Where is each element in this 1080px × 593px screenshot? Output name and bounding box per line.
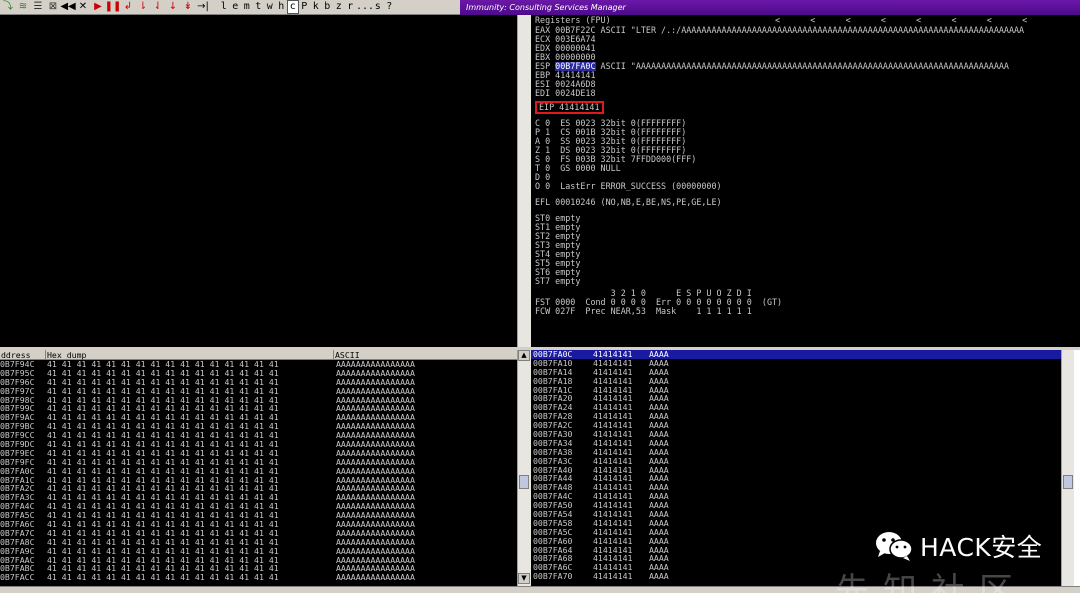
watermark-community: 先知社区 bbox=[835, 571, 1027, 593]
disassembly-scrollbar[interactable] bbox=[517, 15, 531, 347]
fpu-register-5[interactable]: ST5 empty bbox=[531, 259, 1080, 268]
register-line-b-1[interactable]: ESI 0024A6D8 bbox=[531, 80, 1080, 89]
toolbar-letter-m[interactable]: m bbox=[241, 1, 253, 13]
animate-over-icon[interactable]: ↡ bbox=[182, 1, 194, 13]
dump-ascii: AAAAAAAAAAAAAAAA bbox=[336, 572, 415, 583]
flag-line-7[interactable]: O 0 LastErr ERROR_SUCCESS (00000000) bbox=[531, 182, 1080, 191]
toolbar-letter-s[interactable]: s bbox=[372, 1, 384, 13]
hex-dump-pane[interactable]: ddress Hex dump ASCII 0B7F94C 41 41 41 41… bbox=[0, 350, 517, 593]
stack-address: 00B7FA70 bbox=[533, 571, 573, 582]
toolbar-window-letters: l e m t w h c Pk b z r... s? bbox=[218, 0, 395, 14]
animate-into-icon[interactable]: ↓ bbox=[167, 1, 179, 13]
run-icon[interactable]: ▶ bbox=[92, 1, 104, 13]
dump-scroll-up-icon[interactable]: ▲ bbox=[518, 350, 530, 361]
registers-pane[interactable]: Registers (FPU) < < < < < < < < EAX 00B7F… bbox=[531, 15, 1080, 347]
stack-value: 41414141 bbox=[593, 571, 633, 582]
toolbar-letter-help[interactable]: ? bbox=[384, 1, 396, 13]
toolbar-letter-c[interactable]: c bbox=[287, 0, 299, 14]
fpu-register-2[interactable]: ST2 empty bbox=[531, 232, 1080, 241]
register-line-a-1[interactable]: ECX 003E6A74 bbox=[531, 35, 1080, 44]
toolbar-letter-t[interactable]: t bbox=[253, 1, 265, 13]
fpu-register-0[interactable]: ST0 empty bbox=[531, 214, 1080, 223]
dump-col-ascii[interactable]: ASCII bbox=[334, 350, 517, 360]
memory-icon[interactable]: ⊠ bbox=[47, 1, 59, 13]
dump-scrollbar[interactable]: ▲ ▼ bbox=[517, 350, 531, 586]
toolbar-letter-r[interactable]: r bbox=[345, 1, 357, 13]
toolbar-letter-b[interactable]: b bbox=[322, 1, 334, 13]
watermark-text: HACK安全 bbox=[920, 533, 1043, 562]
stack-scroll-thumb[interactable] bbox=[1063, 475, 1073, 489]
disassembly-pane[interactable] bbox=[0, 15, 517, 347]
dump-scroll-down-icon[interactable]: ▼ bbox=[518, 573, 530, 584]
close-icon[interactable]: ✕ bbox=[77, 1, 89, 13]
trace-over-icon[interactable]: ⇃ bbox=[152, 1, 164, 13]
wechat-logo-icon bbox=[874, 530, 914, 562]
toolbar-letter-w[interactable]: w bbox=[264, 1, 276, 13]
fpu-register-7[interactable]: ST7 empty bbox=[531, 277, 1080, 286]
execute-till-return-icon[interactable]: →| bbox=[197, 1, 209, 13]
fpu-register-3[interactable]: ST3 empty bbox=[531, 241, 1080, 250]
dump-scroll-thumb[interactable] bbox=[519, 475, 529, 489]
trace-into-icon[interactable]: ⇂ bbox=[137, 1, 149, 13]
stack-ascii: AAAA bbox=[649, 571, 669, 582]
register-line-b-2[interactable]: EDI 0024DE18 bbox=[531, 89, 1080, 98]
fpu-register-4[interactable]: ST4 empty bbox=[531, 250, 1080, 259]
immunity-debugger-window: ⤵ ≋ ☰ ⊠ ◀◀ ✕ ▶ ❚❚ ↲ ⇂ ⇃ ↓ ↡ →| l e m t w h c Pk b z r... s? Immu… bbox=[0, 0, 1080, 593]
toolbar-letter-k[interactable]: k bbox=[310, 1, 322, 13]
watermark: HACK安全 bbox=[874, 528, 1042, 564]
toolbar-letter-more[interactable]: ... bbox=[356, 1, 374, 13]
dump-hex: 41 41 41 41 41 41 41 41 41 41 41 41 41 4… bbox=[47, 572, 279, 583]
esp-ascii: ASCII "AAAAAAAAAAAAAAAAAAAAAAAAAAAAAAAAA… bbox=[595, 61, 1009, 71]
toolbar-letter-e[interactable]: e bbox=[230, 1, 242, 13]
window-title: Immunity: Consulting Services Manager bbox=[460, 0, 1080, 15]
toolbar-letter-z[interactable]: z bbox=[333, 1, 345, 13]
dump-column-headers: ddress Hex dump ASCII bbox=[0, 350, 517, 360]
step-red-icon[interactable]: ↲ bbox=[122, 1, 134, 13]
register-efl[interactable]: EFL 00010246 (NO,NB,E,BE,NS,PE,GE,LE) bbox=[531, 198, 1080, 207]
register-line-a-0[interactable]: EAX 00B7F22C ASCII "LTER /.:/AAAAAAAAAAA… bbox=[531, 26, 1080, 35]
register-eip-highlight[interactable]: EIP 41414141 bbox=[535, 101, 604, 114]
register-line-b-0[interactable]: EBP 41414141 bbox=[531, 71, 1080, 80]
register-esp[interactable]: ESP 00B7FA0C ASCII "AAAAAAAAAAAAAAAAAAAA… bbox=[531, 62, 1080, 71]
stack-scrollbar[interactable] bbox=[1061, 350, 1074, 586]
rewind-icon[interactable]: ◀◀ bbox=[60, 1, 75, 13]
registers-scroll-arrows[interactable]: < < < < < < < < bbox=[775, 15, 1027, 26]
flag-line-5[interactable]: T 0 GS 0000 NULL bbox=[531, 164, 1080, 173]
toolbar-letter-h[interactable]: h bbox=[276, 1, 288, 13]
plugin-icon[interactable]: ≋ bbox=[17, 1, 29, 13]
dump-col-hex[interactable]: Hex dump bbox=[46, 350, 334, 360]
fpu-fcw[interactable]: FCW 027F Prec NEAR,53 Mask 1 1 1 1 1 1 bbox=[531, 307, 1080, 316]
dump-row[interactable]: 0B7FACC 41 41 41 41 41 41 41 41 41 41 41 … bbox=[0, 573, 517, 582]
registers-header: Registers (FPU) < < < < < < < < bbox=[531, 15, 1080, 26]
log-icon[interactable]: ☰ bbox=[32, 1, 44, 13]
step-into-icon[interactable]: ⤵ bbox=[2, 1, 14, 13]
fpu-register-1[interactable]: ST1 empty bbox=[531, 223, 1080, 232]
toolbar-icons: ⤵ ≋ ☰ ⊠ ◀◀ ✕ ▶ ❚❚ ↲ ⇂ ⇃ ↓ ↡ →| bbox=[0, 0, 212, 15]
dump-col-address[interactable]: ddress bbox=[0, 350, 46, 360]
toolbar-letter-l[interactable]: l bbox=[218, 1, 230, 13]
register-line-a-2[interactable]: EDX 00000041 bbox=[531, 44, 1080, 53]
dump-address: 0B7FACC bbox=[0, 572, 35, 583]
registers-title: Registers (FPU) bbox=[535, 15, 611, 25]
toolbar-letter-P[interactable]: P bbox=[299, 1, 311, 13]
fpu-register-6[interactable]: ST6 empty bbox=[531, 268, 1080, 277]
pause-icon[interactable]: ❚❚ bbox=[105, 1, 122, 13]
